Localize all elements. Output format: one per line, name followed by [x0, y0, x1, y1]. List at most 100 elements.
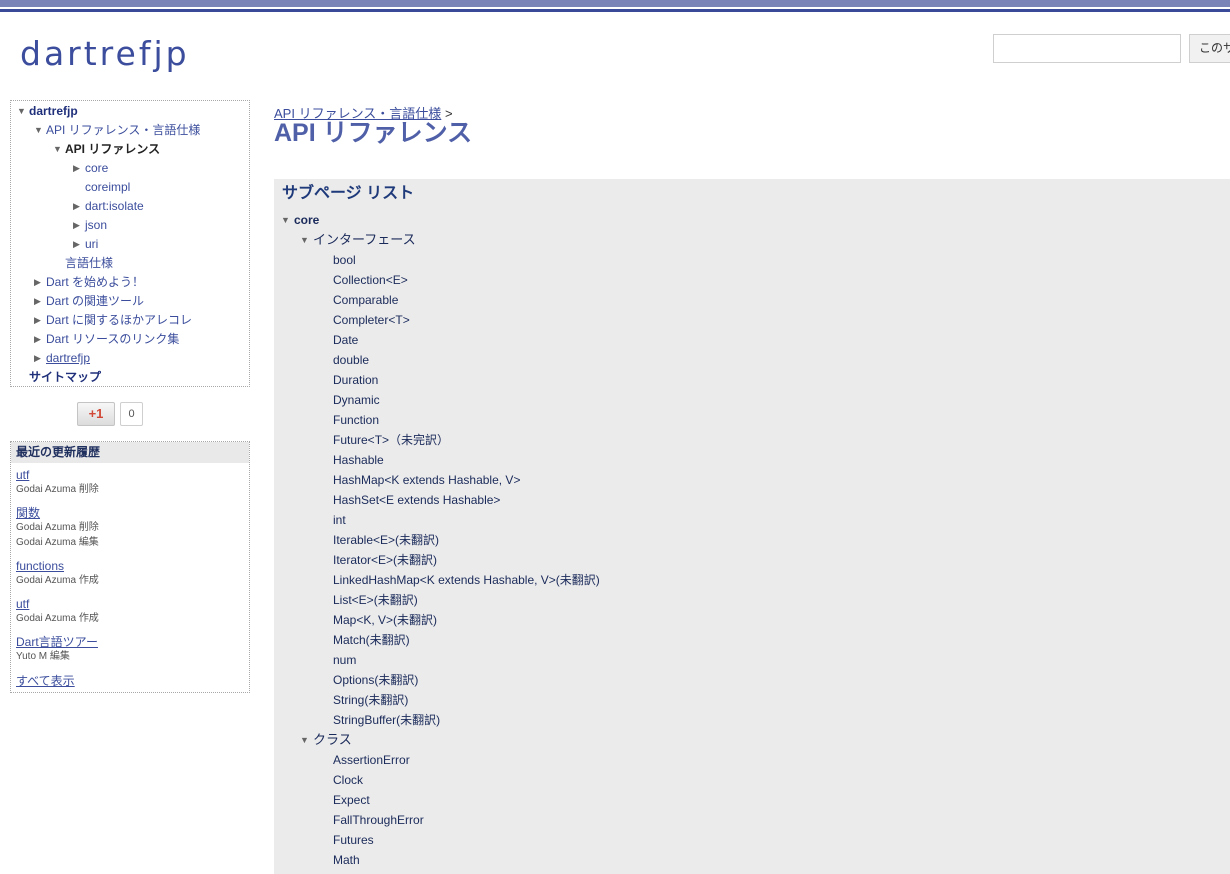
subpage-item-label: bool: [333, 253, 356, 267]
nav-item-dart[interactable]: ▶ Dart の関連ツール: [34, 292, 144, 311]
subpage-item[interactable]: Completer<T>: [333, 310, 410, 330]
subpage-item[interactable]: int: [333, 510, 346, 530]
subpage-item-label: num: [333, 653, 357, 667]
expanded-triangle-icon[interactable]: ▼: [281, 210, 294, 230]
subpage-item-label: Date: [333, 333, 359, 347]
nav-item-label[interactable]: Dart に関するほかアレコレ: [46, 313, 192, 327]
nav-item-dart[interactable]: ▶ Dart リソースのリンク集: [34, 330, 179, 349]
subpage-item-label: Collection<E>: [333, 273, 408, 287]
subpage-group[interactable]: ▼ クラス: [300, 730, 352, 750]
subpage-root-core[interactable]: ▼ core: [281, 210, 319, 230]
nav-item-label[interactable]: core: [85, 161, 108, 175]
site-title[interactable]: dartrefjp: [20, 34, 190, 74]
subpage-item[interactable]: num: [333, 650, 356, 670]
nav-item-core[interactable]: ▶ core: [73, 159, 108, 178]
nav-item-coreimpl[interactable]: coreimpl: [73, 178, 130, 197]
recent-change-link[interactable]: utf: [16, 468, 29, 482]
nav-item-label[interactable]: サイトマップ: [29, 370, 101, 384]
subpage-item[interactable]: Clock: [333, 770, 363, 790]
recent-change-link[interactable]: 関数: [16, 506, 40, 520]
nav-item-uri[interactable]: ▶ uri: [73, 235, 98, 254]
subpage-item[interactable]: Iterable<E>(未翻訳): [333, 530, 439, 550]
subpage-item[interactable]: Map<K, V>(未翻訳): [333, 610, 437, 630]
collapsed-triangle-icon[interactable]: ▶: [34, 330, 46, 349]
subpage-item[interactable]: Hashable: [333, 450, 384, 470]
expanded-triangle-icon[interactable]: ▼: [17, 102, 29, 121]
subpage-item-label: Comparable: [333, 293, 399, 307]
subpage-item[interactable]: Duration: [333, 370, 378, 390]
subpage-item[interactable]: FallThroughError: [333, 810, 424, 830]
search-button[interactable]: このサイトを検索: [1189, 34, 1230, 63]
recent-change-link[interactable]: utf: [16, 597, 29, 611]
subpage-item[interactable]: HashMap<K extends Hashable, V>: [333, 470, 520, 490]
nav-item-json[interactable]: ▶ json: [73, 216, 107, 235]
nav-item-label[interactable]: Dart を始めよう！: [46, 275, 144, 289]
subpage-item[interactable]: StringBuffer(未翻訳): [333, 710, 440, 730]
collapsed-triangle-icon[interactable]: ▶: [73, 159, 85, 178]
subpage-item[interactable]: Options(未翻訳): [333, 670, 418, 690]
subpage-item[interactable]: Futures: [333, 830, 374, 850]
collapsed-triangle-icon[interactable]: ▶: [34, 311, 46, 330]
subpage-item-label: HashSet<E extends Hashable>: [333, 493, 501, 507]
subpage-item[interactable]: Future<T>（未完訳）: [333, 430, 449, 450]
recent-change-meta: Godai Azuma 削除: [16, 484, 99, 495]
subpage-item-label: Map<K, V>(未翻訳): [333, 613, 438, 627]
subpage-item[interactable]: Dynamic: [333, 390, 380, 410]
subpage-item[interactable]: Collection<E>: [333, 270, 408, 290]
nav-item-label[interactable]: API リファレンス・言語仕様: [46, 123, 200, 137]
recent-change-link[interactable]: Dart言語ツアー: [16, 635, 98, 649]
expanded-triangle-icon[interactable]: ▼: [300, 230, 313, 250]
subpage-item[interactable]: double: [333, 350, 369, 370]
nav-item-dart[interactable]: ▶ Dart を始めよう！: [34, 273, 144, 292]
nav-item-dart[interactable]: ▶ Dart に関するほかアレコレ: [34, 311, 192, 330]
collapsed-triangle-icon[interactable]: ▶: [73, 216, 85, 235]
nav-item-label[interactable]: dartrefjp: [46, 351, 90, 365]
subpage-item[interactable]: Math: [333, 850, 360, 870]
subpage-item[interactable]: AssertionError: [333, 750, 410, 770]
subpage-group[interactable]: ▼ インターフェース: [300, 230, 416, 250]
subpage-item[interactable]: Iterator<E>(未翻訳): [333, 550, 437, 570]
subpage-item[interactable]: Comparable: [333, 290, 398, 310]
subpage-item[interactable]: Match(未翻訳): [333, 630, 410, 650]
subpage-item-label: int: [333, 513, 346, 527]
subpage-item-label: Duration: [333, 373, 379, 387]
nav-item-label[interactable]: coreimpl: [85, 180, 130, 194]
subpage-item[interactable]: LinkedHashMap<K extends Hashable, V>(未翻訳…: [333, 570, 600, 590]
expanded-triangle-icon[interactable]: ▼: [34, 121, 46, 140]
top-banner: [0, 0, 1230, 14]
subpage-item[interactable]: String(未翻訳): [333, 690, 408, 710]
nav-item-item[interactable]: サイトマップ: [17, 368, 101, 387]
subpage-item[interactable]: Expect: [333, 790, 370, 810]
nav-item-label[interactable]: dartrefjp: [29, 104, 78, 118]
subpage-item[interactable]: HashSet<E extends Hashable>: [333, 490, 500, 510]
google-plus-one-button[interactable]: +1: [77, 402, 115, 426]
nav-item-label[interactable]: dart:isolate: [85, 199, 144, 213]
nav-item-label[interactable]: Dart の関連ツール: [46, 294, 144, 308]
nav-item-label[interactable]: json: [85, 218, 107, 232]
nav-item-item[interactable]: 言語仕様: [53, 254, 113, 273]
collapsed-triangle-icon[interactable]: ▶: [73, 235, 85, 254]
nav-item-dart-isolate[interactable]: ▶ dart:isolate: [73, 197, 144, 216]
subpage-item[interactable]: List<E>(未翻訳): [333, 590, 418, 610]
expanded-triangle-icon[interactable]: ▼: [53, 140, 65, 159]
nav-item-api[interactable]: ▼ API リファレンス・言語仕様: [34, 121, 200, 140]
subpage-item[interactable]: bool: [333, 250, 356, 270]
collapsed-triangle-icon[interactable]: ▶: [34, 273, 46, 292]
subpage-item-label: Hashable: [333, 453, 384, 467]
nav-item-label: API リファレンス: [65, 142, 161, 156]
collapsed-triangle-icon[interactable]: ▶: [34, 349, 46, 368]
nav-item-dartrefjp[interactable]: ▼ dartrefjp: [17, 102, 78, 121]
collapsed-triangle-icon[interactable]: ▶: [34, 292, 46, 311]
subpage-item[interactable]: Date: [333, 330, 358, 350]
search-input[interactable]: [993, 34, 1181, 63]
nav-item-label[interactable]: Dart リソースのリンク集: [46, 332, 179, 346]
nav-item-label[interactable]: uri: [85, 237, 98, 251]
expanded-triangle-icon[interactable]: ▼: [300, 730, 313, 750]
show-all-link[interactable]: すべて表示: [16, 674, 75, 688]
collapsed-triangle-icon[interactable]: ▶: [73, 197, 85, 216]
recent-change-link[interactable]: functions: [16, 559, 64, 573]
nav-item-label[interactable]: 言語仕様: [65, 256, 113, 270]
subpage-item[interactable]: Function: [333, 410, 379, 430]
nav-item-api[interactable]: ▼ API リファレンス: [53, 140, 160, 159]
nav-item-dartrefjp[interactable]: ▶ dartrefjp: [34, 349, 90, 368]
